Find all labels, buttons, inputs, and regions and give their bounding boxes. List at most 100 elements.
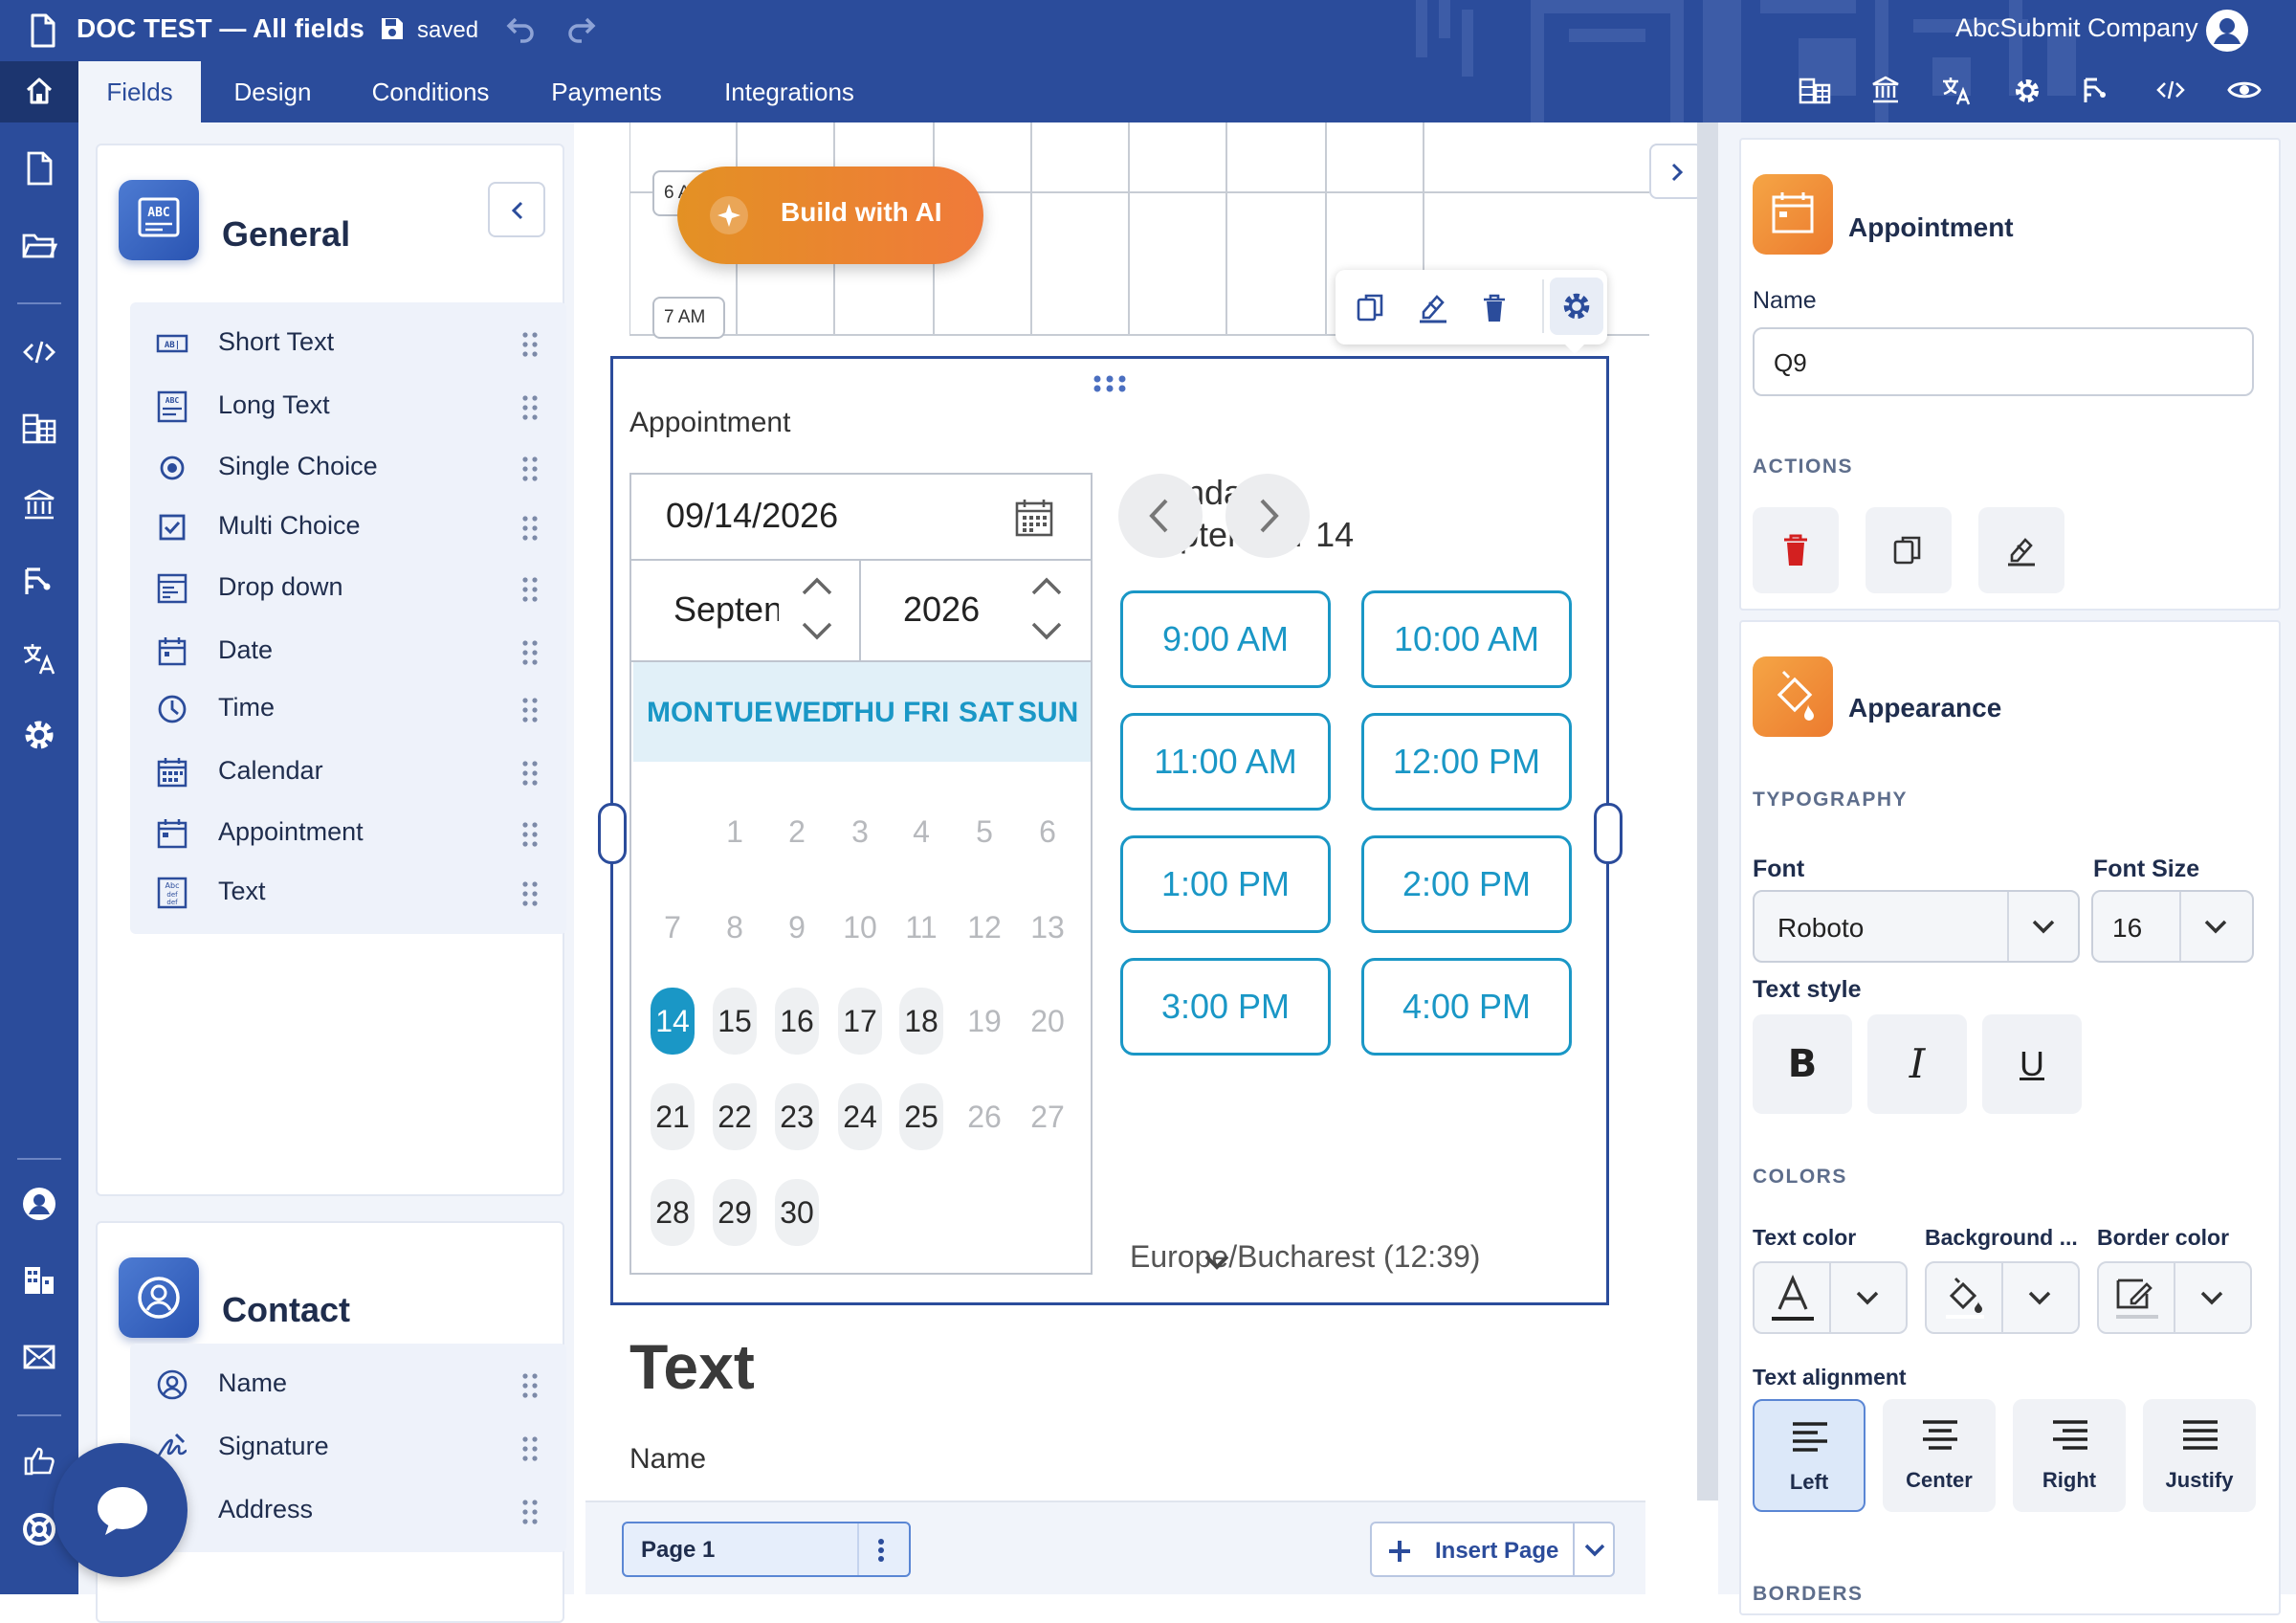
eye-icon[interactable] — [2227, 77, 2262, 103]
tab-fields[interactable]: Fields — [78, 61, 201, 122]
calendar-day[interactable]: 15 — [713, 988, 757, 1055]
bank-icon[interactable] — [20, 486, 58, 524]
time-slot-button[interactable]: 12:00 PM — [1361, 713, 1572, 811]
calendar-day-selected[interactable]: 14 — [651, 988, 695, 1055]
drag-grip-icon[interactable] — [520, 821, 540, 848]
font-size-select[interactable]: 16 — [2091, 890, 2254, 963]
font-select[interactable]: Roboto — [1753, 890, 2080, 963]
insert-page-button[interactable]: Insert Page — [1370, 1522, 1615, 1577]
tab-conditions[interactable]: Conditions — [356, 61, 505, 122]
drag-grip-icon[interactable] — [520, 515, 540, 542]
page-tab[interactable]: Page 1 — [622, 1522, 911, 1577]
user-icon[interactable] — [20, 1185, 58, 1223]
resize-handle-left[interactable] — [598, 803, 627, 864]
chat-button[interactable] — [54, 1443, 188, 1577]
chevron-up-icon[interactable] — [800, 574, 834, 597]
drag-grip-icon[interactable] — [520, 456, 540, 482]
italic-button[interactable]: I — [1867, 1014, 1967, 1114]
table-icon[interactable] — [20, 410, 58, 448]
tab-integrations[interactable]: Integrations — [710, 61, 869, 122]
drag-grip-icon[interactable] — [520, 394, 540, 421]
text-block-heading[interactable]: Text — [629, 1330, 755, 1403]
underline-button[interactable]: U — [1982, 1014, 2082, 1114]
next-day-button[interactable] — [1225, 474, 1310, 558]
calendar-day[interactable]: 29 — [713, 1179, 757, 1246]
time-slot-button[interactable]: 3:00 PM — [1120, 958, 1331, 1056]
calendar-icon[interactable] — [1014, 498, 1054, 538]
drag-grip-icon[interactable] — [520, 1372, 540, 1399]
drag-grip-icon[interactable] — [520, 880, 540, 907]
user-avatar-icon[interactable] — [2204, 8, 2250, 54]
background-color-picker[interactable] — [1925, 1261, 2080, 1334]
tab-payments[interactable]: Payments — [536, 61, 677, 122]
chevron-down-icon[interactable] — [1582, 1541, 1607, 1560]
bank-icon[interactable] — [1870, 75, 1901, 107]
chevron-down-icon[interactable] — [1029, 620, 1064, 643]
help-icon[interactable] — [20, 1510, 58, 1548]
calendar-day[interactable]: 17 — [838, 988, 882, 1055]
month-select[interactable]: Septen — [631, 561, 861, 662]
tab-design[interactable]: Design — [209, 61, 337, 122]
duplicate-button[interactable] — [1866, 507, 1952, 593]
thumb-icon[interactable] — [20, 1441, 58, 1479]
delete-button[interactable] — [1753, 507, 1839, 593]
calendar-day[interactable]: 28 — [651, 1179, 695, 1246]
resize-handle-right[interactable] — [1594, 803, 1623, 864]
calendar-day[interactable]: 21 — [651, 1083, 695, 1150]
collapse-panel-button[interactable] — [488, 182, 545, 237]
chevron-up-icon[interactable] — [1029, 574, 1064, 597]
clear-button[interactable] — [1978, 507, 2064, 593]
chevron-down-icon[interactable] — [800, 620, 834, 643]
eraser-icon[interactable] — [1416, 291, 1450, 325]
document-title[interactable]: DOC TEST — All fields — [77, 13, 364, 44]
gear-icon[interactable] — [20, 716, 58, 754]
align-right-button[interactable]: Right — [2013, 1399, 2126, 1512]
table-icon[interactable] — [1799, 77, 1831, 105]
drag-grip-icon[interactable] — [520, 576, 540, 603]
drag-grip-icon[interactable] — [520, 760, 540, 787]
calendar-day[interactable]: 25 — [899, 1083, 943, 1150]
previous-day-button[interactable] — [1118, 474, 1203, 558]
time-slot-button[interactable]: 11:00 AM — [1120, 713, 1331, 811]
field-item-address[interactable]: Address — [130, 1470, 566, 1552]
field-settings-button[interactable] — [1550, 278, 1603, 335]
drag-grip-icon[interactable] — [520, 639, 540, 666]
code-icon[interactable] — [20, 333, 58, 371]
trash-icon[interactable] — [1477, 291, 1512, 325]
drag-grip-icon[interactable] — [520, 1499, 540, 1525]
date-input[interactable]: 09/14/2026 — [631, 475, 1091, 561]
calendar-day[interactable]: 23 — [775, 1083, 819, 1150]
drag-grip-icon[interactable] — [520, 697, 540, 723]
translate-icon[interactable] — [20, 639, 58, 678]
mail-icon[interactable] — [20, 1338, 58, 1376]
timezone-select[interactable]: Europe/Bucharest (12:39) — [1130, 1239, 1480, 1275]
calendar-day[interactable]: 24 — [838, 1083, 882, 1150]
drag-grip-icon[interactable] — [520, 1435, 540, 1462]
drag-handle-icon[interactable] — [1093, 374, 1126, 393]
name-input[interactable]: Q9 — [1753, 327, 2254, 396]
build-with-ai-button[interactable]: Build with AI — [677, 167, 983, 264]
time-slot-button[interactable]: 2:00 PM — [1361, 835, 1572, 933]
chevron-down-icon[interactable] — [1203, 1253, 1231, 1272]
building-icon[interactable] — [20, 1261, 58, 1300]
gear-icon[interactable] — [2011, 75, 2043, 107]
field-item-text[interactable]: Abc def def Text — [130, 852, 566, 934]
flow-icon[interactable] — [20, 563, 58, 601]
time-slot-button[interactable]: 10:00 AM — [1361, 590, 1572, 688]
align-center-button[interactable]: Center — [1883, 1399, 1996, 1512]
undo-icon[interactable] — [505, 16, 536, 43]
translate-icon[interactable] — [1940, 75, 1973, 107]
code-icon[interactable] — [2156, 78, 2185, 101]
calendar-day[interactable]: 30 — [775, 1179, 819, 1246]
calendar-day[interactable]: 16 — [775, 988, 819, 1055]
folder-icon[interactable] — [20, 226, 58, 264]
canvas-scrollbar[interactable] — [1697, 122, 1718, 1501]
year-select[interactable]: 2026 — [861, 561, 1091, 662]
company-name[interactable]: AbcSubmit Company — [1955, 13, 2198, 43]
border-color-picker[interactable] — [2097, 1261, 2252, 1334]
text-color-picker[interactable] — [1753, 1261, 1908, 1334]
expand-panel-button[interactable] — [1649, 144, 1703, 199]
redo-icon[interactable] — [566, 16, 597, 43]
time-slot-button[interactable]: 9:00 AM — [1120, 590, 1331, 688]
more-vertical-icon[interactable] — [874, 1537, 888, 1564]
